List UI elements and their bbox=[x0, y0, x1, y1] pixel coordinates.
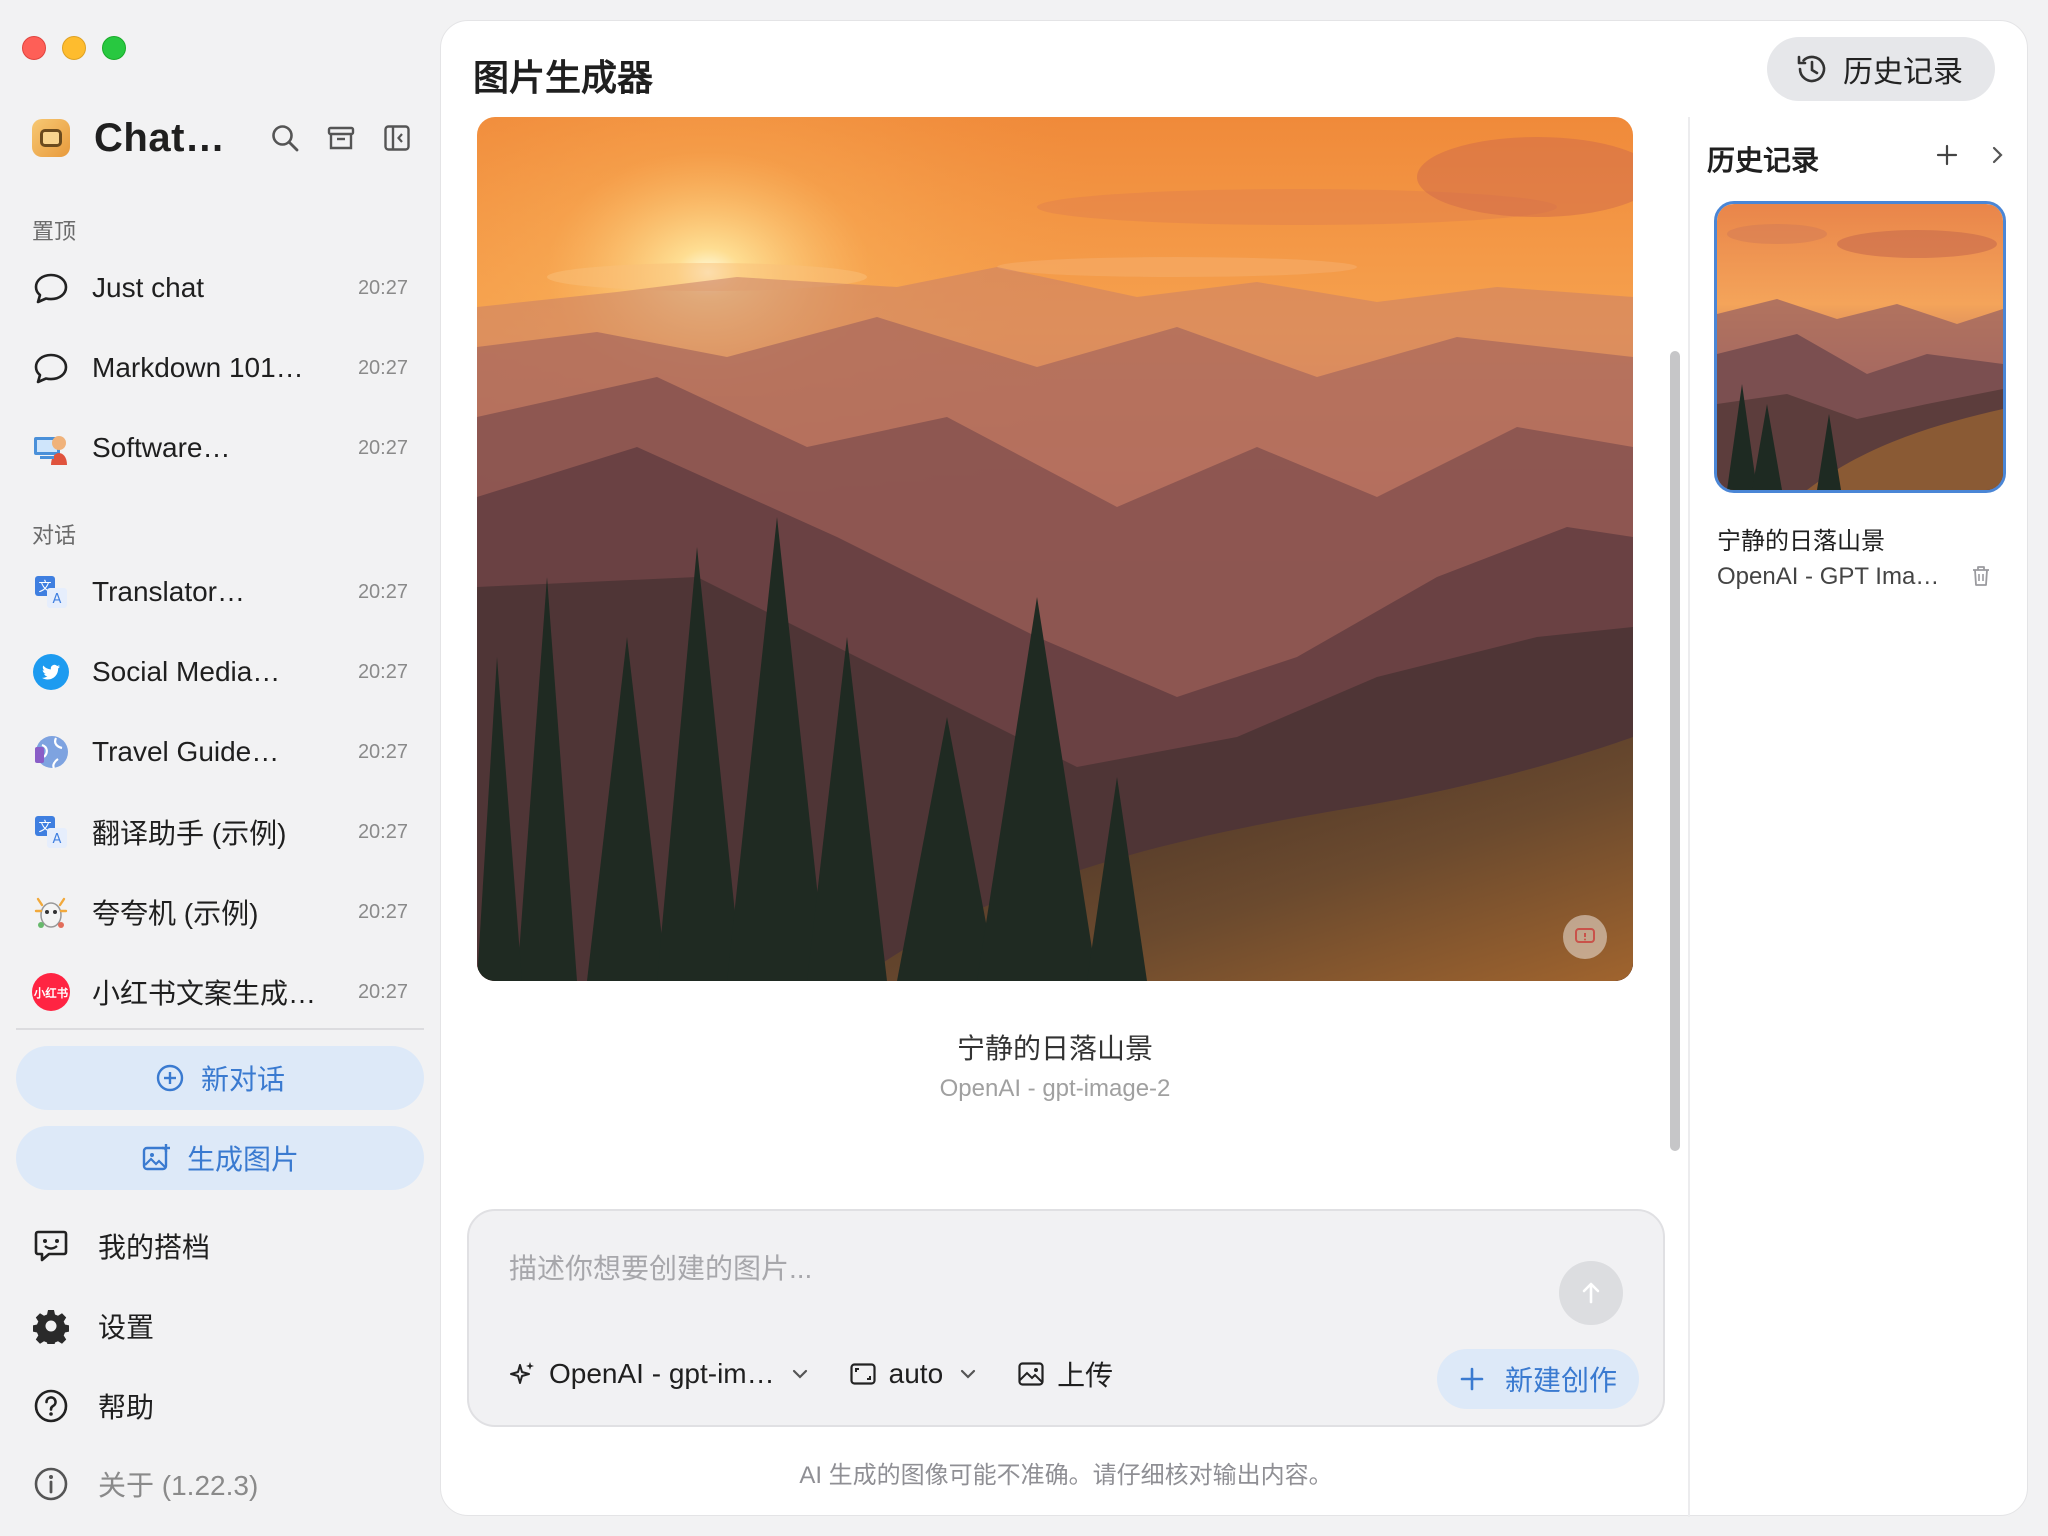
new-creation-button[interactable]: 新建创作 bbox=[1436, 1349, 1639, 1409]
chat-bubble-icon bbox=[32, 269, 70, 307]
plus-circle-icon bbox=[155, 1063, 185, 1093]
sidebar-header: Chat… bbox=[32, 112, 412, 164]
sidebar: Chat… 置顶 Just chat 20:27 Markdown 101… 2… bbox=[0, 0, 440, 1536]
prompt-input[interactable]: 描述你想要创建的图片... bbox=[509, 1247, 812, 1287]
chat-smile-icon bbox=[32, 1228, 70, 1264]
generate-image-button[interactable]: 生成图片 bbox=[16, 1126, 424, 1190]
about-menu-item[interactable]: 关于 (1.22.3) bbox=[32, 1460, 258, 1508]
sidebar-divider bbox=[16, 1028, 424, 1030]
window-controls bbox=[22, 36, 126, 60]
globe-icon bbox=[32, 733, 70, 771]
settings-menu-item[interactable]: 设置 bbox=[32, 1302, 154, 1350]
chat-item-xiaohongshu[interactable]: 小红书 小红书文案生成… 20:27 bbox=[16, 956, 424, 1028]
twitter-bird-icon bbox=[32, 653, 70, 691]
history-panel-title: 历史记录 bbox=[1707, 145, 1820, 176]
app-logo-icon bbox=[32, 119, 70, 157]
scrollbar[interactable] bbox=[1670, 351, 1680, 1151]
chat-item-travel-guide[interactable]: Travel Guide… 20:27 bbox=[16, 716, 424, 788]
prompt-box: 描述你想要创建的图片... OpenAI - gpt-im… auto 上传 新… bbox=[467, 1209, 1665, 1427]
chat-item-translator[interactable]: 文A Translator… 20:27 bbox=[16, 556, 424, 628]
info-icon bbox=[32, 1466, 70, 1502]
upload-button[interactable]: 上传 bbox=[1017, 1354, 1113, 1394]
send-button[interactable] bbox=[1559, 1261, 1623, 1325]
page-title: 图片生成器 bbox=[473, 57, 654, 98]
svg-text:小红书: 小红书 bbox=[33, 986, 69, 1000]
plus-icon bbox=[1459, 1366, 1485, 1392]
xiaohongshu-icon: 小红书 bbox=[32, 973, 70, 1011]
image-title: 宁静的日落山景 bbox=[956, 1033, 1153, 1064]
translate-icon: 文A bbox=[32, 813, 70, 851]
arrow-up-icon bbox=[1578, 1280, 1604, 1306]
disclaimer-text: AI 生成的图像可能不准确。请仔细核对输出内容。 bbox=[799, 1462, 1333, 1489]
svg-text:A: A bbox=[53, 592, 62, 607]
party-icon bbox=[32, 893, 70, 931]
new-chat-button[interactable]: 新对话 bbox=[16, 1046, 424, 1110]
size-select[interactable]: auto bbox=[849, 1358, 978, 1390]
chat-item-translation-assistant[interactable]: 文A 翻译助手 (示例) 20:27 bbox=[16, 796, 424, 868]
archive-icon[interactable] bbox=[326, 123, 356, 153]
maximize-window-button[interactable] bbox=[102, 36, 126, 60]
chevron-down-icon bbox=[791, 1365, 809, 1383]
help-circle-icon bbox=[32, 1388, 70, 1424]
history-clock-icon bbox=[1795, 52, 1829, 86]
history-thumbnail[interactable] bbox=[1714, 201, 2006, 493]
chat-item-social-media[interactable]: Social Media… 20:27 bbox=[16, 636, 424, 708]
add-icon[interactable] bbox=[1931, 139, 1963, 171]
image-info-icon[interactable] bbox=[1563, 915, 1607, 959]
chat-item-just-chat[interactable]: Just chat 20:27 bbox=[16, 252, 424, 324]
sparkles-icon bbox=[509, 1360, 537, 1388]
conversations-section-label: 对话 bbox=[32, 523, 77, 548]
generated-image[interactable] bbox=[477, 117, 1633, 981]
model-select[interactable]: OpenAI - gpt-im… bbox=[509, 1358, 809, 1390]
software-avatar-icon bbox=[32, 429, 70, 467]
translate-icon: 文A bbox=[32, 573, 70, 611]
history-item-model: OpenAI - GPT Ima… bbox=[1717, 563, 1940, 590]
aspect-ratio-icon bbox=[849, 1360, 877, 1388]
close-window-button[interactable] bbox=[22, 36, 46, 60]
image-model-label: OpenAI - gpt-image-2 bbox=[939, 1075, 1171, 1102]
image-icon bbox=[1017, 1360, 1045, 1388]
app-title: Chat… bbox=[94, 115, 226, 160]
svg-text:A: A bbox=[53, 832, 62, 847]
image-plus-icon bbox=[141, 1143, 171, 1173]
chat-bubble-icon bbox=[32, 349, 70, 387]
pinned-section-label: 置顶 bbox=[32, 219, 77, 244]
my-partners-menu-item[interactable]: 我的搭档 bbox=[32, 1222, 210, 1270]
minimize-window-button[interactable] bbox=[62, 36, 86, 60]
search-icon[interactable] bbox=[270, 123, 300, 153]
collapse-sidebar-icon[interactable] bbox=[382, 123, 412, 153]
image-generator-panel: 图片生成器 历史记录 宁静的日落山景 OpenAI - gpt-image-2 … bbox=[440, 20, 2028, 1517]
chevron-down-icon bbox=[959, 1365, 977, 1383]
trash-icon[interactable] bbox=[1971, 565, 1991, 587]
history-panel-divider bbox=[1688, 117, 1690, 1517]
history-item-title: 宁静的日落山景 bbox=[1717, 528, 1885, 555]
chevron-right-icon[interactable] bbox=[1983, 139, 2011, 171]
chat-item-markdown[interactable]: Markdown 101… 20:27 bbox=[16, 332, 424, 404]
chat-item-kuakuaji[interactable]: 夸夸机 (示例) 20:27 bbox=[16, 876, 424, 948]
history-button[interactable]: 历史记录 bbox=[1767, 37, 1995, 101]
gear-icon bbox=[32, 1308, 70, 1344]
chat-item-software[interactable]: Software… 20:27 bbox=[16, 412, 424, 484]
help-menu-item[interactable]: 帮助 bbox=[32, 1382, 154, 1430]
